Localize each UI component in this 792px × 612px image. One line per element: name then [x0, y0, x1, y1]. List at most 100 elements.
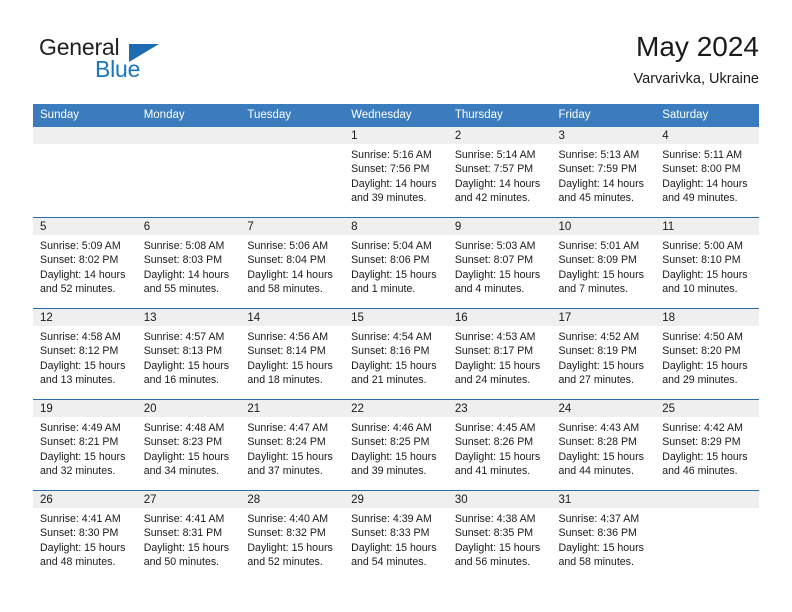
day-box: 6 Sunrise: 5:08 AM Sunset: 8:03 PM Daylight…	[136, 218, 241, 308]
brand-logo[interactable]: General Blue	[33, 32, 263, 92]
day-details: Sunrise: 5:03 AM Sunset: 8:07 PM Daylight:…	[448, 235, 552, 297]
day-box: 15 Sunrise: 4:54 AM Sunset: 8:16 PM Dayligh…	[344, 309, 448, 399]
day-details: Sunrise: 5:04 AM Sunset: 8:06 PM Daylight:…	[344, 235, 448, 297]
day-cell[interactable]: 19 Sunrise: 4:49 AM Sunset: 8:21 PM Dayligh…	[33, 399, 137, 491]
page-subtitle: Varvarivka, Ukraine	[633, 71, 759, 87]
sunrise-text: Sunrise: 4:49 AM	[40, 422, 121, 434]
day-cell[interactable]: 15 Sunrise: 4:54 AM Sunset: 8:16 PM Dayligh…	[344, 308, 448, 400]
daylight-text-line1: Daylight: 14 hours	[662, 177, 748, 190]
day-cell[interactable]: 17 Sunrise: 4:52 AM Sunset: 8:19 PM Dayligh…	[551, 308, 656, 400]
day-number: 12	[33, 309, 137, 326]
day-box: 19 Sunrise: 4:49 AM Sunset: 8:21 PM Dayligh…	[33, 400, 137, 490]
day-cell[interactable]: 7 Sunrise: 5:06 AM Sunset: 8:04 PM Daylight…	[240, 217, 345, 309]
week-row: 12 Sunrise: 4:58 AM Sunset: 8:12 PM Dayligh…	[33, 308, 759, 400]
day-details: Sunrise: 5:14 AM Sunset: 7:57 PM Daylight:…	[448, 144, 552, 206]
day-cell[interactable]: 8 Sunrise: 5:04 AM Sunset: 8:06 PM Daylight…	[344, 217, 448, 309]
day-box: 1 Sunrise: 5:16 AM Sunset: 7:56 PM Daylight…	[344, 127, 448, 217]
day-box: 5 Sunrise: 5:09 AM Sunset: 8:02 PM Daylight…	[33, 218, 137, 308]
daylight-text-line2: and 24 minutes.	[454, 374, 531, 387]
day-details: Sunrise: 4:45 AM Sunset: 8:26 PM Daylight:…	[448, 417, 552, 479]
day-cell[interactable]: 3 Sunrise: 5:13 AM Sunset: 7:59 PM Daylight…	[551, 127, 656, 218]
sunrise-text: Sunrise: 5:00 AM	[662, 240, 743, 252]
calendar-table: Sunday Monday Tuesday Wednesday Thursday Frid…	[33, 104, 759, 581]
day-cell-empty	[136, 127, 241, 218]
day-cell[interactable]: 21 Sunrise: 4:47 AM Sunset: 8:24 PM Dayligh…	[240, 399, 345, 491]
calendar-page: General Blue May 2024 Varvarivka, Ukrain…	[0, 0, 792, 612]
day-details: Sunrise: 5:13 AM Sunset: 7:59 PM Daylight:…	[552, 144, 656, 206]
daylight-text-line2: and 58 minutes.	[558, 556, 634, 569]
day-cell[interactable]: 28 Sunrise: 4:40 AM Sunset: 8:32 PM Dayligh…	[240, 490, 345, 581]
day-cell[interactable]: 9 Sunrise: 5:03 AM Sunset: 8:07 PM Daylight…	[447, 217, 552, 309]
day-cell[interactable]: 16 Sunrise: 4:53 AM Sunset: 8:17 PM Dayligh…	[447, 308, 552, 400]
day-details: Sunrise: 4:47 AM Sunset: 8:24 PM Daylight:…	[240, 417, 344, 479]
day-cell[interactable]: 18 Sunrise: 4:50 AM Sunset: 8:20 PM Dayligh…	[655, 308, 759, 400]
day-cell[interactable]: 24 Sunrise: 4:43 AM Sunset: 8:28 PM Dayligh…	[551, 399, 656, 491]
day-box: 25 Sunrise: 4:42 AM Sunset: 8:29 PM Dayligh…	[655, 400, 759, 490]
day-number: 31	[551, 491, 656, 508]
day-cell[interactable]: 12 Sunrise: 4:58 AM Sunset: 8:12 PM Dayligh…	[33, 308, 137, 400]
day-cell[interactable]: 1 Sunrise: 5:16 AM Sunset: 7:56 PM Daylight…	[344, 127, 448, 218]
day-details: Sunrise: 5:16 AM Sunset: 7:56 PM Daylight:…	[344, 144, 448, 206]
day-cell[interactable]: 14 Sunrise: 4:56 AM Sunset: 8:14 PM Dayligh…	[240, 308, 345, 400]
sunrise-text: Sunrise: 4:54 AM	[351, 331, 432, 343]
day-details: Sunrise: 4:42 AM Sunset: 8:29 PM Daylight:…	[655, 417, 759, 479]
daylight-text-line2: and 7 minutes.	[558, 283, 629, 296]
day-number: 10	[551, 218, 656, 235]
day-cell[interactable]: 20 Sunrise: 4:48 AM Sunset: 8:23 PM Dayligh…	[136, 399, 241, 491]
day-number: 29	[344, 491, 448, 508]
sunrise-text: Sunrise: 4:58 AM	[40, 331, 121, 343]
day-box: 31 Sunrise: 4:37 AM Sunset: 8:36 PM Dayligh…	[551, 491, 656, 581]
daylight-text-line2: and 21 minutes.	[351, 374, 427, 387]
sunrise-text: Sunrise: 4:46 AM	[351, 422, 432, 434]
daylight-text-line2: and 49 minutes.	[662, 192, 738, 205]
daylight-text-line2: and 13 minutes.	[40, 374, 116, 387]
daylight-text-line1: Daylight: 15 hours	[247, 450, 333, 463]
day-box: 11 Sunrise: 5:00 AM Sunset: 8:10 PM Dayligh…	[655, 218, 759, 308]
day-box: 9 Sunrise: 5:03 AM Sunset: 8:07 PM Daylight…	[447, 218, 552, 308]
weekday-header-wednesday: Wednesday	[344, 104, 448, 127]
sunset-text: Sunset: 8:00 PM	[662, 163, 741, 176]
sunset-text: Sunset: 8:17 PM	[454, 345, 534, 358]
daylight-text-line2: and 42 minutes.	[454, 192, 531, 205]
day-cell[interactable]: 5 Sunrise: 5:09 AM Sunset: 8:02 PM Daylight…	[33, 217, 137, 309]
day-number: 18	[655, 309, 759, 326]
daylight-text-line2: and 52 minutes.	[247, 556, 323, 569]
day-cell[interactable]: 30 Sunrise: 4:38 AM Sunset: 8:35 PM Dayligh…	[447, 490, 552, 581]
day-number: 6	[136, 218, 241, 235]
daylight-text-line2: and 48 minutes.	[40, 556, 116, 569]
day-cell[interactable]: 27 Sunrise: 4:41 AM Sunset: 8:31 PM Dayligh…	[136, 490, 241, 581]
sunrise-text: Sunrise: 5:03 AM	[454, 240, 536, 252]
daylight-text-line2: and 34 minutes.	[143, 465, 220, 478]
day-cell[interactable]: 29 Sunrise: 4:39 AM Sunset: 8:33 PM Dayligh…	[344, 490, 448, 581]
daylight-text-line2: and 50 minutes.	[143, 556, 220, 569]
day-number	[655, 491, 759, 508]
day-cell[interactable]: 31 Sunrise: 4:37 AM Sunset: 8:36 PM Dayligh…	[551, 490, 656, 581]
week-row: 26 Sunrise: 4:41 AM Sunset: 8:30 PM Dayligh…	[33, 490, 759, 581]
day-cell-empty	[655, 490, 759, 581]
calendar-grid: Sunday Monday Tuesday Wednesday Thursday Frid…	[33, 104, 759, 581]
day-cell[interactable]: 4 Sunrise: 5:11 AM Sunset: 8:00 PM Daylight…	[655, 127, 759, 218]
day-cell[interactable]: 26 Sunrise: 4:41 AM Sunset: 8:30 PM Dayligh…	[33, 490, 137, 581]
day-cell[interactable]: 13 Sunrise: 4:57 AM Sunset: 8:13 PM Dayligh…	[136, 308, 241, 400]
day-number: 1	[344, 127, 448, 144]
day-box: 24 Sunrise: 4:43 AM Sunset: 8:28 PM Dayligh…	[551, 400, 656, 490]
week-row: 1 Sunrise: 5:16 AM Sunset: 7:56 PM Daylight…	[33, 127, 759, 218]
day-cell[interactable]: 22 Sunrise: 4:46 AM Sunset: 8:25 PM Dayligh…	[344, 399, 448, 491]
day-cell[interactable]: 2 Sunrise: 5:14 AM Sunset: 7:57 PM Daylight…	[447, 127, 552, 218]
day-cell[interactable]: 10 Sunrise: 5:01 AM Sunset: 8:09 PM Dayligh…	[551, 217, 656, 309]
day-cell[interactable]: 23 Sunrise: 4:45 AM Sunset: 8:26 PM Dayligh…	[447, 399, 552, 491]
day-cell[interactable]: 25 Sunrise: 4:42 AM Sunset: 8:29 PM Dayligh…	[655, 399, 759, 491]
sunrise-text: Sunrise: 5:16 AM	[351, 149, 432, 161]
day-cell[interactable]: 6 Sunrise: 5:08 AM Sunset: 8:03 PM Daylight…	[136, 217, 241, 309]
sunrise-text: Sunrise: 5:01 AM	[558, 240, 640, 252]
daylight-text-line2: and 18 minutes.	[247, 374, 323, 387]
day-cell[interactable]: 11 Sunrise: 5:00 AM Sunset: 8:10 PM Dayligh…	[655, 217, 759, 309]
sunrise-text: Sunrise: 4:52 AM	[558, 331, 640, 343]
sunrise-text: Sunrise: 4:53 AM	[454, 331, 536, 343]
day-box: 8 Sunrise: 5:04 AM Sunset: 8:06 PM Daylight…	[344, 218, 448, 308]
day-number: 28	[240, 491, 345, 508]
sunset-text: Sunset: 8:21 PM	[40, 436, 119, 449]
daylight-text-line2: and 46 minutes.	[662, 465, 738, 478]
sunrise-text: Sunrise: 4:50 AM	[662, 331, 743, 343]
day-number: 9	[447, 218, 552, 235]
